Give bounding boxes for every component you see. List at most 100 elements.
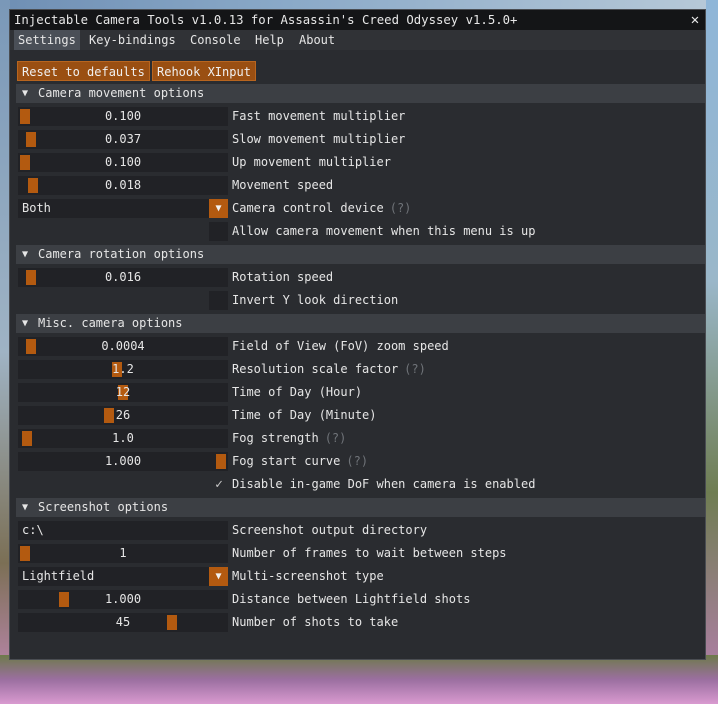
slider-value: 26 [115,408,131,422]
movement-speed-slider[interactable]: 0.018 [18,176,228,195]
section-misc-camera[interactable]: ▼ Misc. camera options [16,314,705,333]
screenshot-dir-row: c:\ Screenshot output directory [18,521,704,540]
slow-movement-slider[interactable]: 0.037 [18,130,228,149]
fog-start-curve-slider[interactable]: 1.000 [18,452,228,471]
combo-value: Both [22,201,51,215]
collapse-icon: ▼ [22,88,29,99]
allow-movement-checkbox[interactable] [209,222,228,241]
menu-key-bindings[interactable]: Key-bindings [85,30,180,50]
disable-dof-row: ✓ Disable in-game DoF when camera is ena… [18,475,704,494]
fog-strength-label: Fog strength (?) [232,429,346,448]
rotation-speed-row: 0.016 Rotation speed [18,268,704,287]
section-title: Screenshot options [38,500,169,514]
slow-movement-label: Slow movement multiplier [232,132,406,146]
time-of-day-hour-label: Time of Day (Hour) [232,383,362,402]
fast-movement-label: Fast movement multiplier [232,109,406,123]
disable-dof-label: Disable in-game DoF when camera is enabl… [232,477,536,491]
checkmark-icon[interactable]: ✓ [212,475,226,494]
section-title: Camera rotation options [38,247,205,261]
chevron-down-icon[interactable]: ▼ [209,199,228,218]
fov-zoom-label: Field of View (FoV) zoom speed [232,337,449,356]
resolution-scale-label: Resolution scale factor (?) [232,360,426,379]
slider-value: 1.000 [104,454,142,468]
time-of-day-hour-slider[interactable]: 12 [18,383,228,402]
time-of-day-minute-row: 26 Time of Day (Minute) [18,406,704,425]
menu-help[interactable]: Help [251,30,288,50]
label-text: Fog strength [232,431,319,445]
label-text: Camera control device [232,201,384,215]
frames-wait-label: Number of frames to wait between steps [232,546,507,560]
collapse-icon: ▼ [22,318,29,329]
screenshot-dir-label: Screenshot output directory [232,523,428,537]
up-movement-slider[interactable]: 0.100 [18,153,228,172]
slider-value: 1 [119,546,127,560]
menu-bar: Settings Key-bindings Console Help About [10,30,705,50]
help-hint[interactable]: (?) [346,454,368,468]
slider-value: 0.100 [104,109,142,123]
rehook-xinput-button[interactable]: Rehook XInput [152,61,256,81]
slider-value: 45 [115,615,131,629]
up-movement-label: Up movement multiplier [232,155,391,169]
slow-movement-row: 0.037 Slow movement multiplier [18,130,704,149]
rotation-speed-label: Rotation speed [232,270,334,284]
label-text: Time of Day (Hour) [232,385,363,399]
fast-movement-slider[interactable]: 0.100 [18,107,228,126]
frames-wait-slider[interactable]: 1 [18,544,228,563]
collapse-icon: ▼ [22,502,29,513]
menu-settings[interactable]: Settings [14,30,80,50]
lightfield-distance-row: 1.000 Distance between Lightfield shots [18,590,704,609]
slider-value: 0.0004 [101,339,145,353]
input-value: c:\ [22,523,44,537]
rotation-speed-slider[interactable]: 0.016 [18,268,228,287]
slider-value: 0.100 [104,155,142,169]
camera-control-device-combo[interactable]: Both ▼ [18,199,228,218]
time-of-day-minute-slider[interactable]: 26 [18,406,228,425]
fast-movement-row: 0.100 Fast movement multiplier [18,107,704,126]
slider-value: 1.0 [112,431,134,445]
time-of-day-hour-row: 12 Time of Day (Hour) [18,383,704,402]
background-flowers [0,655,718,704]
fog-strength-slider[interactable]: 1.0 [18,429,228,448]
shots-count-slider[interactable]: 45 [18,613,228,632]
help-hint[interactable]: (?) [404,362,426,376]
slider-value: 1.000 [104,592,142,606]
label-text: Resolution scale factor [232,362,399,376]
shots-count-label: Number of shots to take [232,615,399,629]
section-camera-movement[interactable]: ▼ Camera movement options [16,84,705,103]
slider-value: 12 [115,385,131,399]
screenshot-dir-input[interactable]: c:\ [18,521,228,540]
slider-value: 0.037 [104,132,142,146]
close-icon[interactable]: ✕ [685,10,705,30]
frames-wait-row: 1 Number of frames to wait between steps [18,544,704,563]
invert-y-row: Invert Y look direction [18,291,704,310]
section-camera-rotation[interactable]: ▼ Camera rotation options [16,245,705,264]
menu-console[interactable]: Console [186,30,245,50]
fog-start-curve-label: Fog start curve (?) [232,452,368,471]
multi-screenshot-type-combo[interactable]: Lightfield ▼ [18,567,228,586]
help-hint[interactable]: (?) [390,201,412,215]
lightfield-distance-slider[interactable]: 1.000 [18,590,228,609]
slider-value: 0.016 [104,270,142,284]
camera-tools-window: Injectable Camera Tools v1.0.13 for Assa… [9,9,706,660]
lightfield-distance-label: Distance between Lightfield shots [232,592,471,606]
movement-speed-row: 0.018 Movement speed [18,176,704,195]
background-right [706,0,718,704]
window-title: Injectable Camera Tools v1.0.13 for Assa… [14,13,518,27]
label-text: Time of Day (Minute) [232,408,377,422]
resolution-scale-slider[interactable]: 1.2 [18,360,228,379]
camera-control-device-row: Both ▼ Camera control device (?) [18,199,704,218]
collapse-icon: ▼ [22,249,29,260]
section-screenshot[interactable]: ▼ Screenshot options [16,498,705,517]
title-bar[interactable]: Injectable Camera Tools v1.0.13 for Assa… [10,10,705,30]
help-hint[interactable]: (?) [325,431,347,445]
fov-zoom-slider[interactable]: 0.0004 [18,337,228,356]
slider-value: 1.2 [112,362,134,376]
reset-to-defaults-button[interactable]: Reset to defaults [17,61,150,81]
allow-movement-label: Allow camera movement when this menu is … [232,224,536,238]
invert-y-label: Invert Y look direction [232,293,399,307]
slider-value: 0.018 [104,178,142,192]
menu-about[interactable]: About [295,30,339,50]
invert-y-checkbox[interactable] [209,291,228,310]
chevron-down-icon[interactable]: ▼ [209,567,228,586]
section-title: Misc. camera options [38,316,183,330]
